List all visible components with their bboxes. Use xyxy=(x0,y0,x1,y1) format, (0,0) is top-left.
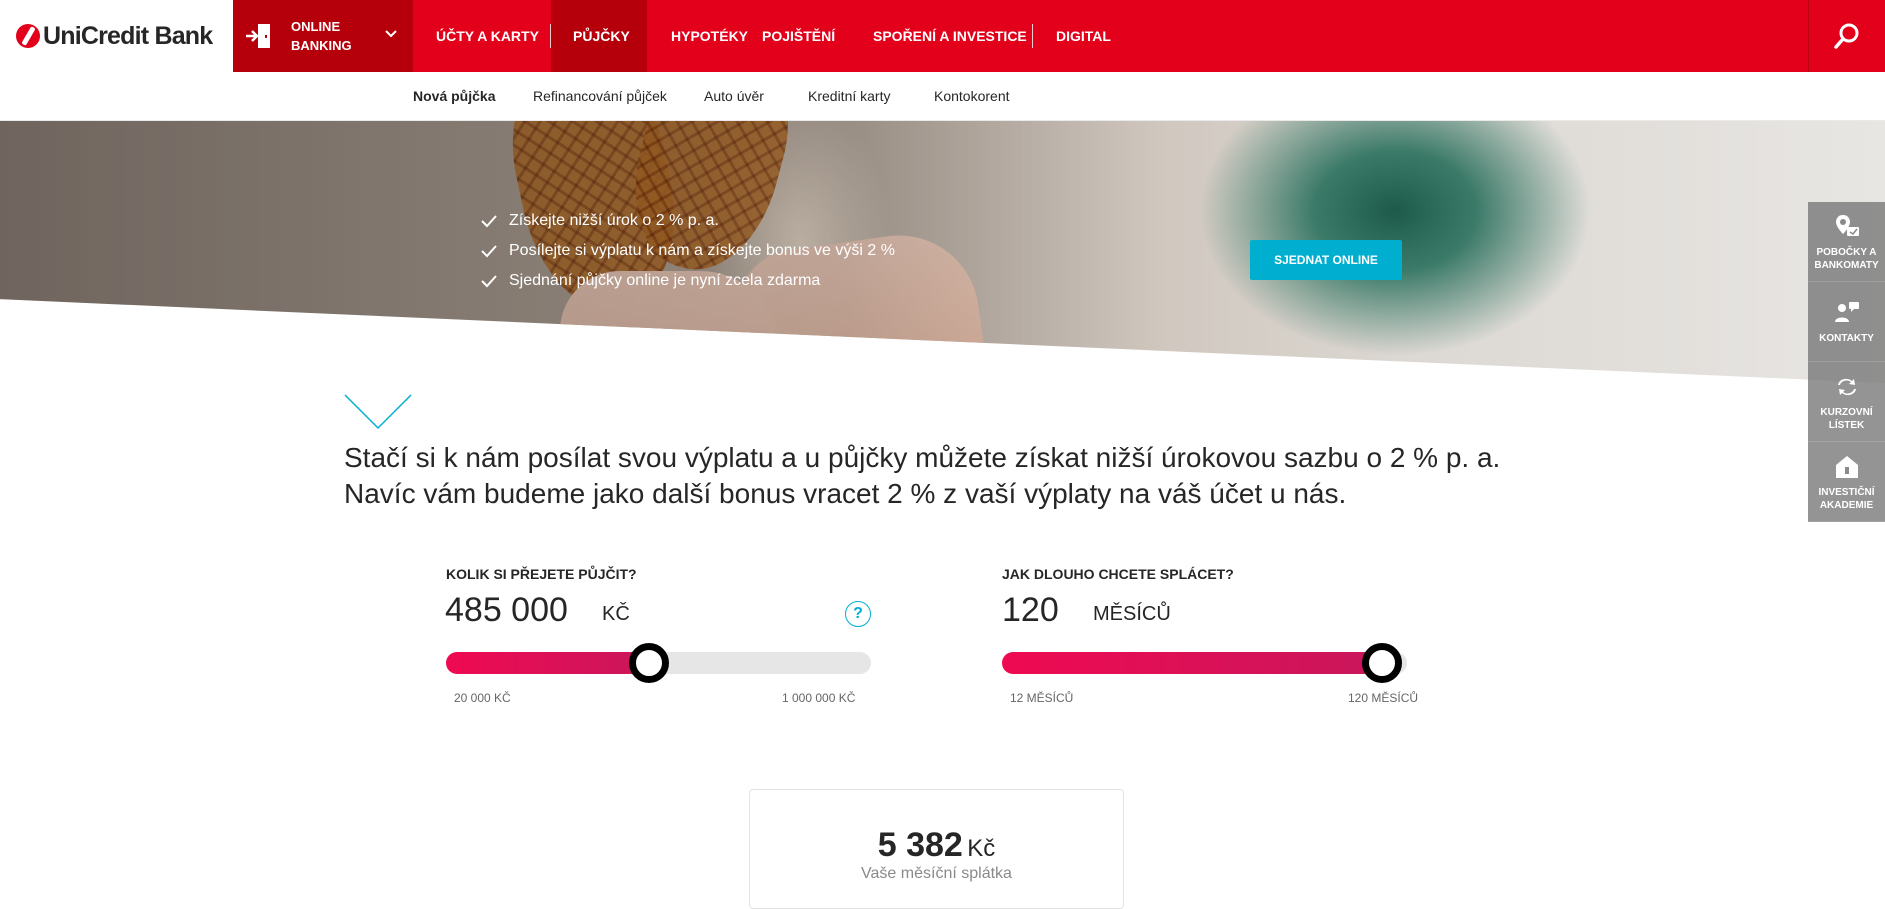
side-quick-links: POBOČKY A BANKOMATY KONTAKTY KURZOVNÍ LÍ… xyxy=(1808,202,1885,522)
chevron-down-icon xyxy=(385,30,397,38)
logo[interactable]: UniCredit Bank xyxy=(0,0,233,72)
subnav-item-kreditni-karty[interactable]: Kreditní karty xyxy=(808,88,890,104)
subnav-item-auto-uver[interactable]: Auto úvěr xyxy=(704,88,764,104)
academy-icon xyxy=(1835,455,1858,478)
benefit-text: Posílejte si výplatu k nám a získejte bo… xyxy=(509,242,895,259)
monthly-payment-amount: 5 382 xyxy=(877,826,963,864)
scroll-down-chevron-icon xyxy=(344,394,412,430)
monthly-payment-card: 5 382 Kč Vaše měsíční splátka xyxy=(749,789,1124,909)
monthly-payment-caption: Vaše měsíční splátka xyxy=(861,865,1012,882)
top-bar: UniCredit Bank ONLINE BANKING ÚČTY A KAR… xyxy=(0,0,1885,72)
nav-item-sporeni-a-investice[interactable]: SPOŘENÍ A INVESTICE xyxy=(873,0,1032,72)
amount-slider-handle[interactable] xyxy=(628,643,669,683)
benefit-item: Získejte nižší úrok o 2 % p. a. xyxy=(481,206,895,236)
duration-slider-fill xyxy=(1002,652,1393,674)
duration-slider-handle[interactable] xyxy=(1362,643,1402,683)
intro-line: Stačí si k nám posílat svou výplatu a u … xyxy=(344,442,1501,473)
benefit-text: Sjednání půjčky online je nyní zcela zda… xyxy=(509,272,821,289)
duration-value: 120 xyxy=(1002,591,1059,629)
check-icon xyxy=(481,245,497,258)
duration-min-label: 12 MĚSÍCŮ xyxy=(1010,691,1074,705)
intro-line: Navíc vám budeme jako další bonus vracet… xyxy=(344,478,1347,509)
online-banking-label: ONLINE BANKING xyxy=(291,19,352,53)
monthly-payment-currency: Kč xyxy=(967,835,996,862)
check-icon xyxy=(481,215,497,228)
amount-slider-fill xyxy=(446,652,660,674)
side-item-label: KURZOVNÍ LÍSTEK xyxy=(1820,406,1873,431)
duration-label: JAK DLOUHO CHCETE SPLÁCET? xyxy=(1002,566,1234,582)
nav-item-digital[interactable]: DIGITAL xyxy=(1033,0,1123,72)
amount-label: KOLIK SI PŘEJETE PŮJČIT? xyxy=(446,566,637,582)
side-item-branches[interactable]: POBOČKY A BANKOMATY xyxy=(1808,202,1885,282)
logo-text: UniCredit Bank xyxy=(43,21,213,50)
benefit-text: Získejte nižší úrok o 2 % p. a. xyxy=(509,212,719,229)
amount-max-label: 1 000 000 KČ xyxy=(782,691,856,705)
intro-text: Stačí si k nám posílat svou výplatu a u … xyxy=(344,440,1574,512)
hero-overlay xyxy=(0,121,1885,383)
contact-icon xyxy=(1834,302,1859,322)
side-item-contacts[interactable]: KONTAKTY xyxy=(1808,282,1885,362)
duration-max-label: 120 MĚSÍCŮ xyxy=(1348,691,1419,705)
online-banking-button[interactable]: ONLINE BANKING xyxy=(233,0,413,72)
benefit-item: Posílejte si výplatu k nám a získejte bo… xyxy=(481,236,895,266)
sub-nav: Nová půjčka Refinancování půjček Auto úv… xyxy=(0,72,1885,121)
subnav-item-refinancovani[interactable]: Refinancování půjček xyxy=(533,88,667,104)
subnav-item-kontokorent[interactable]: Kontokorent xyxy=(934,88,1010,104)
hero-banner xyxy=(0,121,1885,383)
side-item-label: INVESTIČNÍ AKADEMIE xyxy=(1818,486,1875,511)
monthly-payment: 5 382 Kč xyxy=(750,826,1123,865)
side-item-exchange[interactable]: KURZOVNÍ LÍSTEK xyxy=(1808,362,1885,442)
login-icon xyxy=(246,24,270,48)
side-item-label: KONTAKTY xyxy=(1819,333,1874,344)
search-icon xyxy=(1834,23,1859,49)
amount-min-label: 20 000 KČ xyxy=(454,691,511,705)
check-icon xyxy=(481,275,497,288)
nav-item-pujcky[interactable]: PŮJČKY xyxy=(551,0,647,72)
main-nav: ÚČTY A KARTY PŮJČKY HYPOTÉKY POJIŠTĚNÍ S… xyxy=(413,0,1123,72)
amount-slider[interactable] xyxy=(446,643,871,683)
benefit-list: Získejte nižší úrok o 2 % p. a. Posílejt… xyxy=(481,206,895,296)
exchange-rate-icon xyxy=(1837,378,1856,395)
side-item-academy[interactable]: INVESTIČNÍ AKADEMIE xyxy=(1808,442,1885,522)
benefit-item: Sjednání půjčky online je nyní zcela zda… xyxy=(481,266,895,296)
duration-unit: MĚSÍCŮ xyxy=(1093,603,1171,625)
branch-map-icon xyxy=(1835,214,1859,236)
amount-unit: KČ xyxy=(602,603,630,625)
subnav-item-nova-pujcka[interactable]: Nová půjčka xyxy=(413,88,495,104)
side-item-label: POBOČKY A BANKOMATY xyxy=(1814,246,1879,271)
nav-item-hypoteky[interactable]: HYPOTÉKY xyxy=(647,0,762,72)
duration-slider[interactable] xyxy=(1002,643,1407,683)
amount-value: 485 000 xyxy=(445,591,568,629)
nav-item-pojisteni[interactable]: POJIŠTĚNÍ xyxy=(762,0,873,72)
nav-item-ucty-a-karty[interactable]: ÚČTY A KARTY xyxy=(413,0,550,72)
search-button[interactable] xyxy=(1808,0,1885,72)
help-icon[interactable]: ? xyxy=(845,601,871,627)
unicredit-logo-icon xyxy=(16,24,40,48)
apply-online-button[interactable]: SJEDNAT ONLINE xyxy=(1250,240,1402,280)
